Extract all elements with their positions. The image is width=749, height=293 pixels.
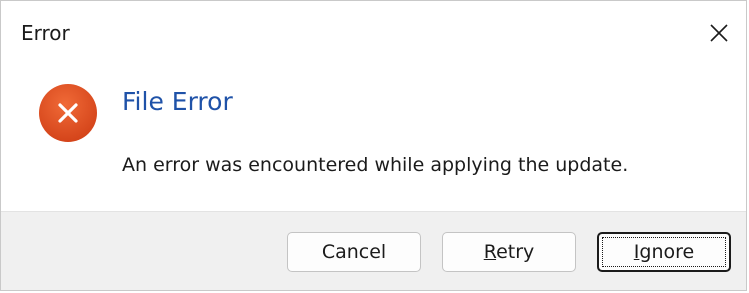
retry-accelerator: R	[483, 241, 497, 263]
error-message: An error was encountered while applying …	[122, 154, 629, 176]
main-instruction: File Error	[122, 87, 233, 116]
error-x-icon	[39, 84, 97, 142]
dialog-content: File Error An error was encountered whil…	[1, 65, 746, 211]
ignore-button[interactable]: Ignore	[597, 232, 731, 272]
error-dialog: Error File Error An error was encountere…	[0, 0, 747, 291]
title-bar: Error	[1, 1, 746, 65]
ignore-button-label: Ignore	[634, 241, 694, 263]
cancel-button[interactable]: Cancel	[287, 232, 421, 272]
retry-label-rest: etry	[496, 241, 535, 263]
cancel-button-label: Cancel	[321, 241, 387, 263]
window-title: Error	[21, 21, 70, 45]
retry-button-label: Retry	[484, 241, 535, 263]
button-bar: Cancel Retry Ignore	[1, 211, 746, 290]
ignore-label-rest: gnore	[639, 241, 695, 263]
retry-button[interactable]: Retry	[442, 232, 576, 272]
close-icon	[710, 24, 728, 42]
close-button[interactable]	[696, 11, 742, 55]
